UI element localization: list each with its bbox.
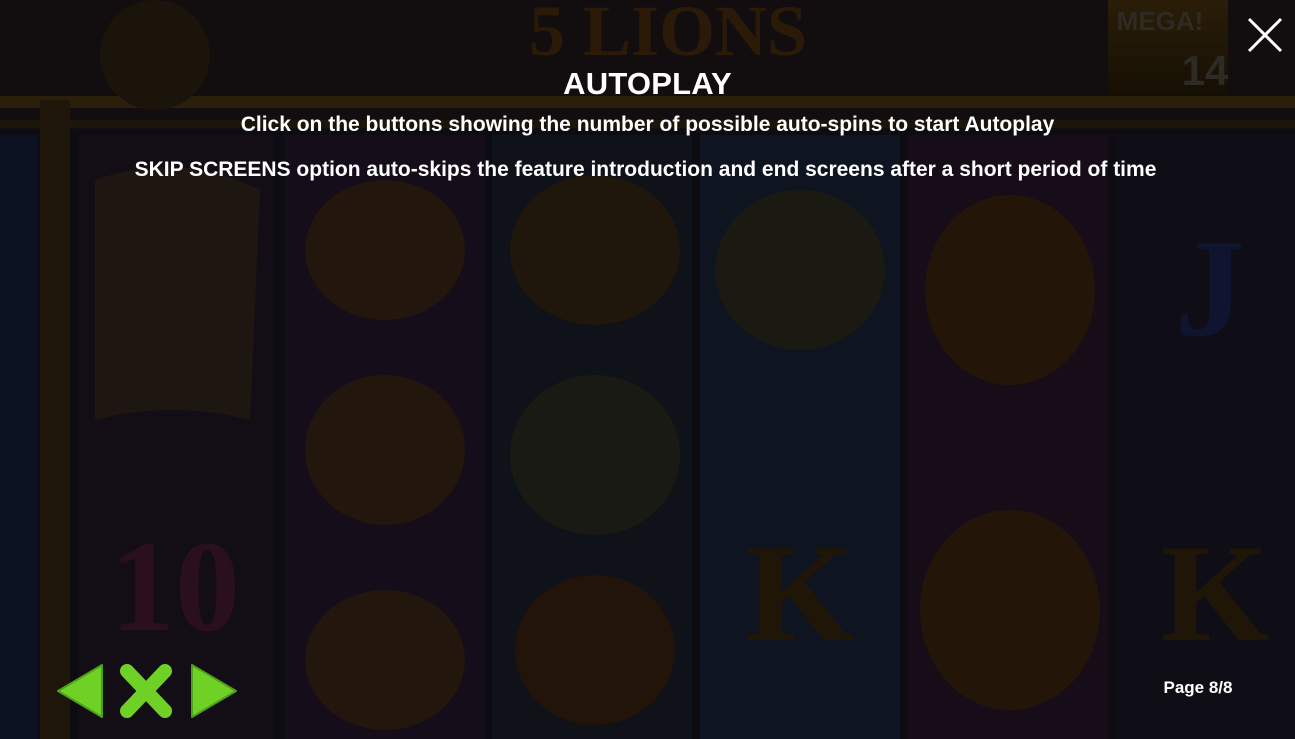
next-page-button[interactable] <box>188 662 240 720</box>
help-navigation <box>54 662 240 720</box>
close-button[interactable] <box>1242 12 1288 58</box>
exit-help-button[interactable] <box>118 662 174 720</box>
help-text-autoplay: Click on the buttons showing the number … <box>240 113 1055 136</box>
page-indicator: Page 8/8 <box>1163 678 1233 697</box>
help-title: AUTOPLAY <box>563 66 732 101</box>
help-overlay: AUTOPLAY Click on the buttons showing th… <box>0 0 1295 739</box>
close-x-icon <box>120 664 172 718</box>
close-icon <box>1247 17 1283 53</box>
help-text-skip-screens: SKIP SCREENS option auto-skips the featu… <box>134 158 1157 181</box>
arrow-right-icon <box>191 664 237 718</box>
arrow-left-icon <box>57 664 103 718</box>
previous-page-button[interactable] <box>54 662 106 720</box>
